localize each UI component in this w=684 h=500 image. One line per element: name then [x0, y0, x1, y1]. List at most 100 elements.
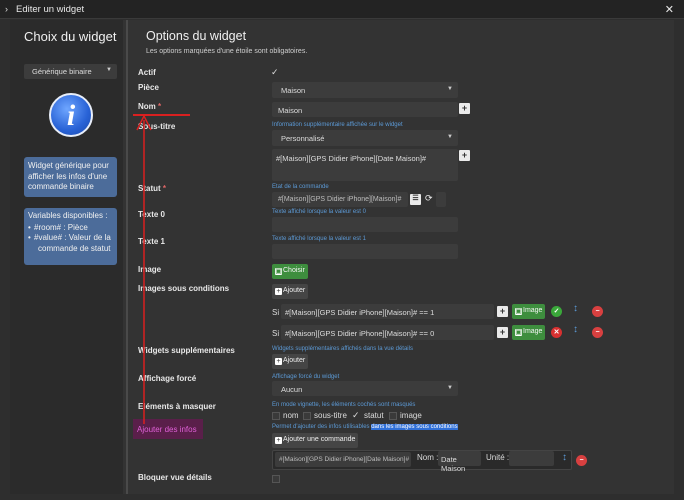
cross-icon[interactable]: ✕: [551, 327, 562, 338]
soustitre-value: #[Maison][GPS Didier iPhone][Date Maison…: [276, 154, 427, 163]
actif-checkbox[interactable]: ✓: [271, 67, 279, 78]
cond1-value: #[Maison][GPS Didier iPhone][Maison]# ==…: [285, 308, 435, 317]
move-icon[interactable]: ↕: [562, 452, 567, 463]
cond2-image-button[interactable]: ▣Image: [512, 325, 546, 340]
ajouter-infos-help-highlight: dans les images sous conditions: [371, 424, 458, 430]
texte1-input[interactable]: [272, 244, 458, 259]
annotation-arrow: [136, 114, 152, 424]
choisir-button[interactable]: ▣Choisir: [272, 264, 308, 279]
nom-label-text: Nom: [138, 102, 156, 111]
actif-label: Actif: [138, 68, 156, 77]
commande-nom-input[interactable]: Date Maison: [438, 451, 481, 473]
caret-down-icon: ▼: [447, 385, 453, 391]
cond1-add-button[interactable]: +: [497, 306, 508, 317]
ajouter-commande-label: Ajouter une commande: [283, 436, 356, 443]
widget-description: Widget générique pour afficher les infos…: [28, 161, 109, 191]
commande-input[interactable]: #[Maison][GPS Didier iPhone][Date Maison…: [275, 452, 411, 467]
image-icon: ▣: [515, 329, 522, 336]
caret-down-icon: ▼: [447, 134, 453, 140]
list-icon[interactable]: ☰: [410, 194, 421, 205]
required-note: Les options marquées d'une étoile sont o…: [146, 48, 308, 55]
soustitre-input[interactable]: #[Maison][GPS Didier iPhone][Date Maison…: [272, 149, 458, 181]
page-title: Options du widget: [146, 29, 247, 43]
piece-label: Pièce: [138, 83, 159, 92]
move-icon[interactable]: ↕: [573, 324, 578, 335]
chevron-right-icon: ›: [5, 4, 8, 14]
hide-statut-checkbox[interactable]: ✓: [352, 410, 360, 421]
commande-nom-value: Date Maison: [441, 455, 466, 473]
variables-title: Variables disponibles :: [28, 211, 108, 220]
soustitre-select[interactable]: Personnalisé ▼: [272, 130, 458, 146]
cond2-add-button[interactable]: +: [497, 327, 508, 338]
bloquer-checkbox[interactable]: [272, 475, 280, 483]
close-icon[interactable]: ✕: [665, 3, 674, 16]
info-icon: i: [49, 93, 93, 137]
cond1-si: Si: [272, 308, 280, 317]
left-panel-title: Choix du widget: [24, 29, 117, 44]
plus-icon: +: [275, 358, 282, 365]
check-icon[interactable]: ✓: [551, 306, 562, 317]
commande-value: #[Maison][GPS Didier iPhone][Date Maison…: [279, 456, 410, 463]
hide-image-label: image: [400, 411, 422, 420]
hide-statut-label: statut: [364, 411, 384, 420]
affichage-help: Affichage forcé du widget: [272, 374, 340, 380]
bloquer-label: Bloquer vue détails: [138, 473, 212, 482]
plus-icon: +: [275, 437, 282, 444]
widget-description-box: Widget générique pour afficher les infos…: [24, 157, 117, 197]
cond2-image-label: Image: [523, 328, 543, 335]
piece-value: Maison: [281, 86, 306, 95]
cond1-image-label: Image: [523, 307, 543, 314]
affichage-select[interactable]: Aucun ▼: [272, 381, 458, 396]
widget-type-select[interactable]: Générique binaire ▼: [24, 64, 117, 79]
elements-help: En mode vignette, les éléments cochés so…: [272, 402, 416, 408]
dialog-titlebar: › Editer un widget ✕: [0, 0, 684, 19]
hide-image-checkbox[interactable]: [389, 412, 397, 420]
commande-unite-label: Unité :: [486, 453, 510, 462]
widget-type-value: Générique binaire: [32, 67, 92, 76]
refresh-icon[interactable]: ⟳: [425, 193, 433, 204]
hide-soustitre-label: sous-titre: [314, 411, 347, 420]
piece-select[interactable]: Maison ▼: [272, 82, 458, 98]
ajouter-label: Ajouter: [283, 287, 306, 294]
nom-add-button[interactable]: +: [459, 103, 470, 114]
variable-room: #room# : Pièce: [28, 223, 114, 234]
statut-input[interactable]: #[Maison][GPS Didier iPhone][Maison]#: [272, 192, 408, 207]
choisir-label: Choisir: [283, 267, 305, 274]
panel-divider: [126, 20, 128, 494]
nom-input[interactable]: Maison: [272, 102, 458, 117]
caret-down-icon: ▼: [106, 67, 112, 73]
statut-extra: [436, 192, 446, 207]
remove-icon[interactable]: −: [592, 327, 603, 338]
hide-soustitre-checkbox[interactable]: [303, 412, 311, 420]
commande-nom-label: Nom :: [417, 453, 439, 462]
plus-icon: +: [275, 288, 282, 295]
cond1-input[interactable]: #[Maison][GPS Didier iPhone][Maison]# ==…: [281, 304, 494, 319]
info-glyph: i: [66, 99, 76, 132]
texte1-help: Texte affiché lorsque la valeur est 1: [272, 236, 366, 242]
cond2-value: #[Maison][GPS Didier iPhone][Maison]# ==…: [285, 329, 435, 338]
texte0-help: Texte affiché lorsque la valeur est 0: [272, 209, 366, 215]
required-star: *: [158, 102, 162, 111]
statut-value: #[Maison][GPS Didier iPhone][Maison]#: [278, 196, 402, 203]
statut-help: Etat de la commande: [272, 184, 329, 190]
caret-down-icon: ▼: [447, 86, 453, 92]
remove-icon[interactable]: −: [576, 455, 587, 466]
cond2-input[interactable]: #[Maison][GPS Didier iPhone][Maison]# ==…: [281, 325, 494, 340]
nom-value: Maison: [278, 106, 303, 115]
images-cond-add-button[interactable]: + Ajouter: [272, 284, 309, 299]
hide-nom-checkbox[interactable]: [272, 412, 280, 420]
nom-label: Nom *: [138, 102, 161, 111]
remove-icon[interactable]: −: [592, 306, 603, 317]
widgets-supp-add-button[interactable]: + Ajouter: [272, 354, 309, 369]
ajouter-infos-help: Permet d'ajouter des infos utilisables d…: [272, 424, 458, 430]
cond1-image-button[interactable]: ▣Image: [512, 304, 546, 319]
texte0-input[interactable]: [272, 217, 458, 232]
hide-nom-label: nom: [283, 411, 299, 420]
ajouter-commande-button[interactable]: + Ajouter une commande: [272, 433, 359, 448]
variable-value-cont: commande de statut: [38, 243, 111, 253]
widgets-supp-help: Widgets supplémentaires affichés dans la…: [272, 346, 413, 352]
move-icon[interactable]: ↕: [573, 303, 578, 314]
soustitre-add-button[interactable]: +: [459, 150, 470, 161]
variable-value: #value# : Valeur de la: [28, 233, 114, 244]
commande-unite-input[interactable]: [509, 451, 554, 466]
